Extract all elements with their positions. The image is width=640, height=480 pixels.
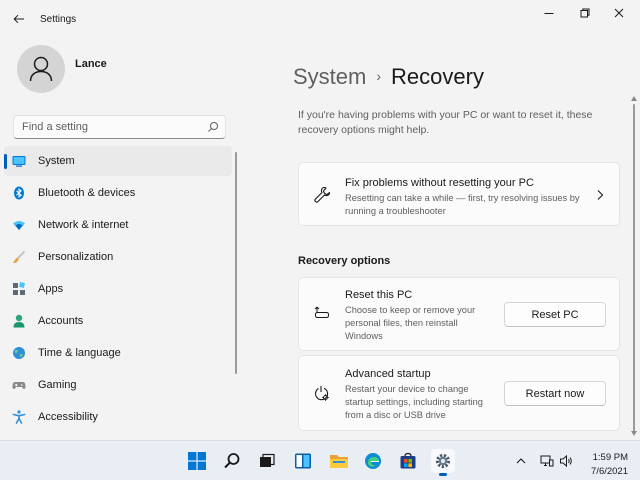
title-bar: Settings [0,0,640,40]
minimize-button[interactable] [536,4,562,22]
accounts-icon [13,314,25,328]
edge-button[interactable] [361,449,385,473]
wrench-icon [314,186,331,203]
file-explorer-icon [330,455,348,468]
accessibility-icon [12,410,26,424]
task-view-icon [260,453,275,467]
recovery-options-heading: Recovery options [298,255,391,267]
reset-pc-title: Reset this PC [345,289,413,301]
scroll-up-arrow-icon[interactable] [631,96,637,101]
clock-time: 1:59 PM [592,452,628,463]
volume-tray-button[interactable] [559,454,573,468]
widgets-icon [295,453,311,469]
advanced-startup-title: Advanced startup [345,368,431,380]
sidebar-item-label: Accessibility [38,411,98,423]
breadcrumb-parent[interactable]: System [293,64,366,89]
close-icon [614,8,624,18]
restore-icon [580,8,590,18]
advanced-startup-description: Restart your device to change startup se… [345,384,483,420]
network-tray-button[interactable] [540,454,554,468]
avatar[interactable] [17,45,65,93]
sidebar-item-network[interactable]: Network & internet [4,210,232,240]
ethernet-icon [540,455,554,467]
back-arrow-icon [13,14,24,24]
fix-problems-card[interactable]: Fix problems without resetting your PC R… [298,162,620,226]
gamepad-icon [12,382,26,389]
sidebar-item-label: Network & internet [38,219,129,231]
advanced-startup-icon [314,386,329,401]
taskbar-search-button[interactable] [220,449,244,473]
sidebar-item-bluetooth[interactable]: Bluetooth & devices [4,178,232,208]
restart-now-button[interactable]: Restart now [504,381,606,406]
chevron-right-icon [597,190,604,200]
intro-text: If you're having problems with your PC o… [298,109,593,136]
sidebar-item-label: Gaming [38,379,77,391]
fix-problems-title: Fix problems without resetting your PC [345,177,534,189]
advanced-startup-card: Advanced startup Restart your device to … [298,355,620,431]
sidebar-item-accounts[interactable]: Accounts [4,306,232,336]
sidebar-scrollbar[interactable] [235,152,237,374]
settings-window: Settings Lance Find a setting System Blu… [0,0,640,440]
search-placeholder: Find a setting [22,121,89,133]
store-button[interactable] [396,449,420,473]
sidebar-item-system[interactable]: System [4,146,232,176]
sidebar-item-personalization[interactable]: Personalization [4,242,232,272]
scroll-down-arrow-icon[interactable] [631,431,637,436]
reset-pc-icon [314,306,329,318]
taskbar: 1:59 PM 7/6/2021 [0,440,640,480]
user-name: Lance [75,58,107,70]
sidebar-item-gaming[interactable]: Gaming [4,370,232,400]
user-icon [29,56,53,82]
sidebar-item-label: Accounts [38,315,84,327]
search-icon [224,453,240,469]
task-view-button[interactable] [255,449,279,473]
sidebar-item-label: Personalization [38,251,114,263]
edge-icon [365,453,381,469]
start-icon [188,452,206,470]
widgets-button[interactable] [291,449,315,473]
sidebar-item-time-language[interactable]: Time & language [4,338,232,368]
sidebar-item-accessibility[interactable]: Accessibility [4,402,232,432]
clock[interactable]: 1:59 PM 7/6/2021 [591,451,628,479]
reset-pc-description: Choose to keep or remove your personal f… [345,305,476,341]
apps-icon [13,282,25,295]
brush-icon [13,250,26,263]
back-button[interactable] [8,9,30,29]
sidebar-item-label: Bluetooth & devices [38,187,136,199]
store-icon [400,452,416,469]
sidebar-item-label: System [38,155,75,167]
main-scrollbar[interactable] [633,104,635,434]
sidebar-item-label: Time & language [38,347,121,359]
start-button[interactable] [185,449,209,473]
breadcrumb: System › Recovery [293,64,484,90]
settings-icon [435,453,451,469]
clock-date: 7/6/2021 [591,466,628,477]
app-title: Settings [40,14,77,25]
sidebar-item-apps[interactable]: Apps [4,274,232,304]
breadcrumb-separator: › [376,68,382,84]
maximize-button[interactable] [572,4,598,22]
search-icon [208,122,218,132]
network-icon [13,221,25,230]
chevron-up-icon [516,458,526,464]
show-hidden-icons-button[interactable] [514,454,528,468]
reset-pc-card: Reset this PC Choose to keep or remove y… [298,277,620,351]
fix-problems-description: Resetting can take a while — first, try … [345,193,580,216]
close-button[interactable] [606,4,632,22]
settings-taskbar-button[interactable] [431,449,455,476]
minimize-icon [544,13,554,14]
globe-icon [13,347,25,359]
sidebar-item-label: Apps [38,283,64,295]
reset-pc-button[interactable]: Reset PC [504,302,606,327]
file-explorer-button[interactable] [327,449,351,473]
system-icon [12,156,26,167]
bluetooth-icon [14,186,24,200]
page-title: Recovery [391,64,484,89]
search-input[interactable]: Find a setting [13,115,226,139]
volume-icon [560,454,572,468]
